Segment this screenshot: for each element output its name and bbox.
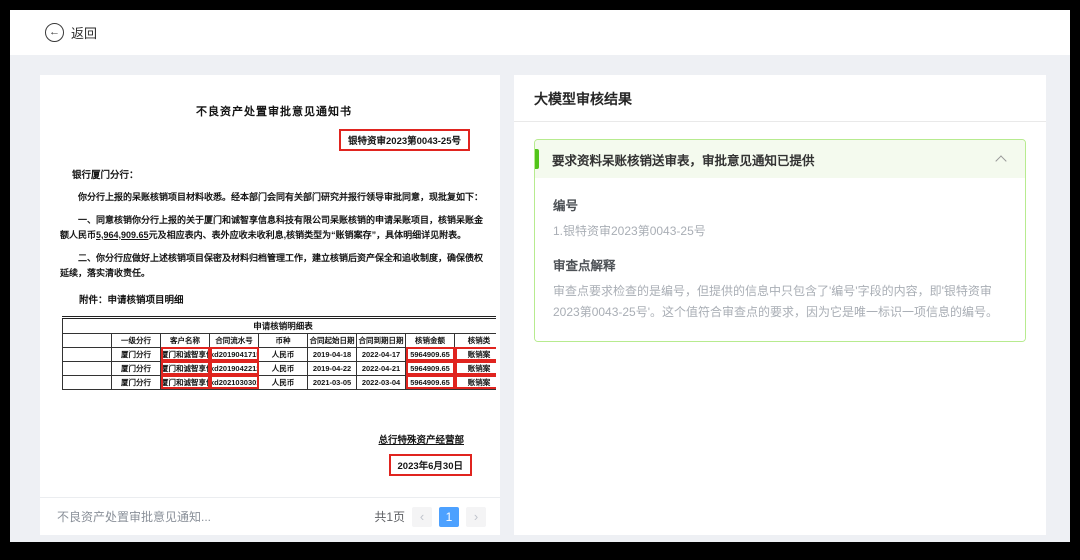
pagination: 共1页 ‹ 1 › bbox=[374, 507, 486, 527]
document-paragraph-intro: 你分行上报的呆账核销项目材料收悉。经本部门会同有关部门研究并报行领导审批同意，现… bbox=[60, 190, 488, 204]
field-label-explanation: 审查点解释 bbox=[553, 255, 1007, 274]
date-annotation: 2023年6月30日 bbox=[389, 454, 472, 476]
table-header-row: 一级分行 客户名称 合同流水号 币种 合同起始日期 合同到期日期 核销金额 核销… bbox=[63, 333, 497, 347]
cell-currency: 人民币 bbox=[259, 375, 308, 389]
date-row: 2023年6月30日 bbox=[60, 454, 488, 476]
cell-cut bbox=[63, 375, 112, 389]
table-title-row: 申请核销明细表 bbox=[63, 317, 497, 333]
review-result-card: 要求资料呆账核销送审表，审批意见通知已提供 编号 1.银特资审2023第0043… bbox=[534, 139, 1026, 342]
cell-amount-annotated: 5964909.65 bbox=[406, 361, 455, 375]
cell-currency: 人民币 bbox=[259, 347, 308, 361]
field-value-explanation: 审查点要求检查的是编号，但提供的信息中只包含了'编号'字段的内容，即'银特资审2… bbox=[553, 281, 1007, 323]
document-footer-bar: 不良资产处置审批意见通知... 共1页 ‹ 1 › bbox=[40, 497, 500, 535]
chevron-left-icon[interactable]: ‹ bbox=[412, 507, 432, 527]
back-arrow-icon: ← bbox=[45, 23, 64, 42]
paragraph-one-post: 元及相应表内、表外应收未收利息,核销类型为“账销案存”，具体明细详见附表。 bbox=[149, 230, 467, 240]
cell-contract-annotated: xd201904221268 bbox=[210, 361, 259, 375]
cell-type-annotated: 账销案 bbox=[455, 361, 497, 375]
review-card-header-text: 要求资料呆账核销送审表，审批意见通知已提供 bbox=[552, 150, 987, 169]
document-number-annotation: 银特资审2023第0043-25号 bbox=[339, 129, 470, 151]
app-window: ← 返回 不良资产处置审批意见通知书 银特资审2023第0043-25号 银行厦… bbox=[10, 10, 1070, 542]
back-button[interactable]: ← 返回 bbox=[45, 23, 97, 42]
cell-customer-annotated: 厦门和诚智享信息科技有限公司 bbox=[161, 361, 210, 375]
table-row: 厦门分行 厦门和诚智享信息科技有限公司 xd201904221268 人民币 2… bbox=[63, 361, 497, 375]
chevron-up-icon[interactable] bbox=[995, 155, 1006, 166]
cell-contract-annotated: xd201904171557 bbox=[210, 347, 259, 361]
cell-type-annotated: 账销案 bbox=[455, 375, 497, 389]
cell-cut bbox=[63, 347, 112, 361]
document-file-name: 不良资产处置审批意见通知... bbox=[57, 508, 211, 525]
writeoff-table-wrapper: 申请核销明细表 一级分行 客户名称 合同流水号 币种 合同起始日期 合同到期日期… bbox=[62, 316, 496, 390]
content-area: 不良资产处置审批意见通知书 银特资审2023第0043-25号 银行厦门分行： … bbox=[10, 55, 1070, 542]
cell-type-annotated: 账销案 bbox=[455, 347, 497, 361]
field-value-number: 1.银特资审2023第0043-25号 bbox=[553, 221, 1007, 242]
document-number-row: 银特资审2023第0043-25号 bbox=[60, 129, 470, 151]
cell-branch: 厦门分行 bbox=[112, 361, 161, 375]
table-row: 厦门分行 厦门和诚智享信息科技有限公司 xd20210303012U 人民币 2… bbox=[63, 375, 497, 389]
cell-currency: 人民币 bbox=[259, 361, 308, 375]
cell-start-date: 2021-03-05 bbox=[308, 375, 357, 389]
cell-end-date: 2022-03-04 bbox=[357, 375, 406, 389]
writeoff-table: 申请核销明细表 一级分行 客户名称 合同流水号 币种 合同起始日期 合同到期日期… bbox=[62, 316, 496, 390]
review-panel-title: 大模型审核结果 bbox=[514, 75, 1046, 122]
table-header-branch: 一级分行 bbox=[112, 333, 161, 347]
cell-contract-annotated: xd20210303012U bbox=[210, 375, 259, 389]
document-title: 不良资产处置审批意见通知书 bbox=[60, 103, 488, 119]
cell-start-date: 2019-04-22 bbox=[308, 361, 357, 375]
paragraph-one-amount: 5,964,909.65 bbox=[96, 230, 149, 240]
cell-end-date: 2022-04-17 bbox=[357, 347, 406, 361]
back-button-label: 返回 bbox=[71, 23, 97, 42]
table-header-end: 合同到期日期 bbox=[357, 333, 406, 347]
table-header-start: 合同起始日期 bbox=[308, 333, 357, 347]
table-header-type: 核销类 bbox=[455, 333, 497, 347]
document-salutation: 银行厦门分行： bbox=[60, 167, 488, 181]
status-accent-bar bbox=[535, 149, 539, 169]
top-bar: ← 返回 bbox=[10, 10, 1070, 55]
review-card-body: 编号 1.银特资审2023第0043-25号 审查点解释 审查点要求检查的是编号… bbox=[535, 178, 1025, 341]
document-preview-panel: 不良资产处置审批意见通知书 银特资审2023第0043-25号 银行厦门分行： … bbox=[40, 75, 500, 535]
cell-start-date: 2019-04-18 bbox=[308, 347, 357, 361]
table-header-currency: 币种 bbox=[259, 333, 308, 347]
page-total-label: 共1页 bbox=[374, 508, 405, 525]
cell-amount-annotated: 5964909.65 bbox=[406, 375, 455, 389]
table-header-customer: 客户名称 bbox=[161, 333, 210, 347]
table-header-contract: 合同流水号 bbox=[210, 333, 259, 347]
cell-amount-annotated: 5964909.65 bbox=[406, 347, 455, 361]
review-card-header[interactable]: 要求资料呆账核销送审表，审批意见通知已提供 bbox=[535, 140, 1025, 178]
table-title: 申请核销明细表 bbox=[63, 317, 497, 333]
document-paragraph-two: 二、你分行应做好上述核销项目保密及材料归档管理工作，建立核销后资产保全和追收制度… bbox=[60, 251, 488, 280]
table-row: 厦门分行 厦门和诚智享信息科技有限公司 xd201904171557 人民币 2… bbox=[63, 347, 497, 361]
chevron-right-icon[interactable]: › bbox=[466, 507, 486, 527]
cell-customer-annotated: 厦门和诚智享信息科技有限公司 bbox=[161, 375, 210, 389]
cell-cut bbox=[63, 361, 112, 375]
review-result-panel: 大模型审核结果 要求资料呆账核销送审表，审批意见通知已提供 编号 1.银特资审2… bbox=[514, 75, 1046, 535]
document-paragraph-one: 一、同意核销你分行上报的关于厦门和诚智享信息科技有限公司呆账核销的申请呆账项目，… bbox=[60, 213, 488, 242]
document-page: 不良资产处置审批意见通知书 银特资审2023第0043-25号 银行厦门分行： … bbox=[40, 75, 500, 476]
cell-branch: 厦门分行 bbox=[112, 347, 161, 361]
cell-end-date: 2022-04-21 bbox=[357, 361, 406, 375]
cell-branch: 厦门分行 bbox=[112, 375, 161, 389]
table-header-cut bbox=[63, 333, 112, 347]
cell-customer-annotated: 厦门和诚智享信息科技有限公司 bbox=[161, 347, 210, 361]
signature-row: 总行特殊资产经营部 bbox=[60, 432, 488, 446]
table-header-amount: 核销金额 bbox=[406, 333, 455, 347]
field-label-number: 编号 bbox=[553, 195, 1007, 214]
current-page-button[interactable]: 1 bbox=[439, 507, 459, 527]
signature-department: 总行特殊资产经营部 bbox=[378, 435, 464, 446]
document-attachment-line: 附件：申请核销项目明细 bbox=[60, 292, 488, 306]
